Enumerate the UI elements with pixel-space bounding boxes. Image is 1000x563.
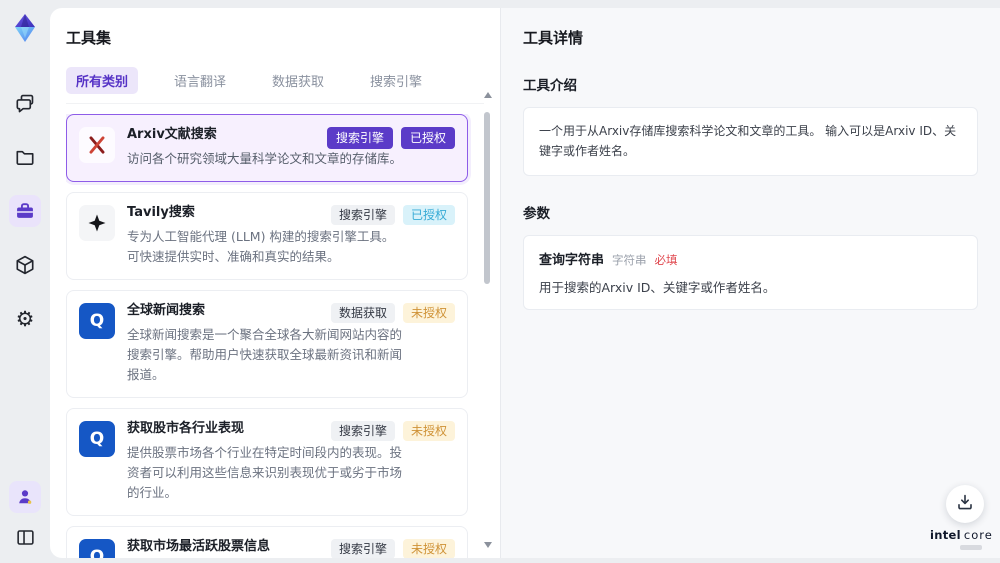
nav-chat-button[interactable] [9,87,41,119]
intro-box: 一个用于从Arxiv存储库搜索科学论文和文章的工具。 输入可以是Arxiv ID… [523,107,978,176]
tab-data-fetching[interactable]: 数据获取 [262,67,334,94]
category-badge: 搜索引擎 [330,420,395,441]
nav-packages-button[interactable] [9,249,41,281]
tool-list-panel: 工具集 所有类别 语言翻译 数据获取 搜索引擎 Arxiv文献搜索 访问各个研究… [50,8,500,558]
intel-core-sub-badge [960,545,982,550]
auth-status-badge: 已授权 [402,204,455,225]
app-logo-gem-icon[interactable] [8,11,42,45]
download-button[interactable] [946,485,984,523]
detail-title: 工具详情 [523,29,584,47]
tool-item-sector-performance[interactable]: Q 获取股市各行业表现 提供股票市场各个行业在特定时间段内的表现。投资者可以利用… [66,407,468,516]
tool-detail-panel: 工具详情 工具介绍 一个用于从Arxiv存储库搜索科学论文和文章的工具。 输入可… [500,8,1000,558]
param-box: 查询字符串 字符串 必填 用于搜索的Arxiv ID、关键字或作者姓名。 [523,234,978,310]
intro-heading: 工具介绍 [523,78,577,94]
left-rail: ⚙ [0,0,50,563]
category-badge: 搜索引擎 [330,538,395,558]
tool-desc: 提供股票市场各个行业在特定时间段内的表现。投资者可以利用这些信息来识别表现优于或… [127,444,403,500]
param-desc: 用于搜索的Arxiv ID、关键字或作者姓名。 [539,279,776,295]
tool-item-global-news[interactable]: Q 全球新闻搜索 全球新闻搜索是一个聚合全球各大新闻网站内容的搜索引擎。帮助用户… [66,289,468,398]
tool-desc: 访问各个研究领域大量科学论文和文章的存储库。 [127,150,403,166]
tab-search-engine[interactable]: 搜索引擎 [360,67,432,94]
nav-files-button[interactable] [9,141,41,173]
q-search-logo-icon: Q [79,302,115,339]
sparkle-star-logo-icon [79,204,115,241]
category-badge: 搜索引擎 [326,127,393,149]
intel-logo-text: intel [930,528,961,542]
tool-list: Arxiv文献搜索 访问各个研究领域大量科学论文和文章的存储库。 搜索引擎 已授… [66,114,484,558]
toolbox-icon [14,200,36,222]
auth-status-badge: 未授权 [402,302,455,323]
nav-tools-button[interactable] [9,195,41,227]
intro-text: 一个用于从Arxiv存储库搜索科学论文和文章的工具。 输入可以是Arxiv ID… [539,124,957,159]
scroll-down-arrow-icon[interactable] [484,542,492,548]
params-heading: 参数 [523,205,550,222]
tool-desc: 专为人工智能代理 (LLM) 构建的搜索引擎工具。可快速提供实时、准确和真实的结… [127,228,395,264]
tab-all-categories[interactable]: 所有类别 [66,67,139,94]
tab-language-translation[interactable]: 语言翻译 [164,67,236,94]
intel-core-logo: intel core [930,528,992,550]
gear-icon: ⚙ [15,306,35,331]
panel-toggle-icon [15,527,36,548]
main-content-card: 工具集 所有类别 语言翻译 数据获取 搜索引擎 Arxiv文献搜索 访问各个研究… [50,8,1000,558]
auth-status-badge: 未授权 [402,420,455,441]
category-tabs: 所有类别 语言翻译 数据获取 搜索引擎 [66,67,484,104]
user-icon [15,487,35,507]
param-type: 字符串 [612,252,647,267]
auth-status-badge: 已授权 [400,127,455,149]
q-search-logo-icon: Q [79,538,115,558]
nav-settings-button[interactable]: ⚙ [9,303,41,335]
tool-desc: 全球新闻搜索是一个聚合全球各大新闻网站内容的搜索引擎。帮助用户快速获取全球最新资… [127,326,403,382]
core-logo-text: core [963,528,993,542]
collapse-panel-button[interactable] [9,521,41,553]
param-required-flag: 必填 [654,252,678,267]
tool-item-arxiv[interactable]: Arxiv文献搜索 访问各个研究领域大量科学论文和文章的存储库。 搜索引擎 已授… [66,114,468,182]
q-search-logo-icon: Q [79,420,115,457]
tool-item-most-active-stocks[interactable]: Q 获取市场最活跃股票信息 提供当天交易量最高的股票列表。投资者可以利用这些信息… [66,525,468,558]
scrollbar-thumb[interactable] [484,112,490,284]
tool-item-tavily[interactable]: Tavily搜索 专为人工智能代理 (LLM) 构建的搜索引擎工具。可快速提供实… [66,191,468,280]
chat-icon [14,92,36,114]
page-title: 工具集 [66,29,112,47]
user-profile-button[interactable] [9,481,41,513]
list-scrollbar[interactable] [483,92,492,548]
download-icon [955,492,975,516]
arxiv-x-logo-icon [79,127,115,163]
scroll-up-arrow-icon[interactable] [484,92,492,98]
folder-icon [14,146,36,168]
param-name: 查询字符串 [539,252,605,268]
category-badge: 数据获取 [330,302,395,323]
package-icon [14,254,36,276]
auth-status-badge: 未授权 [402,538,455,558]
category-badge: 搜索引擎 [330,204,395,225]
